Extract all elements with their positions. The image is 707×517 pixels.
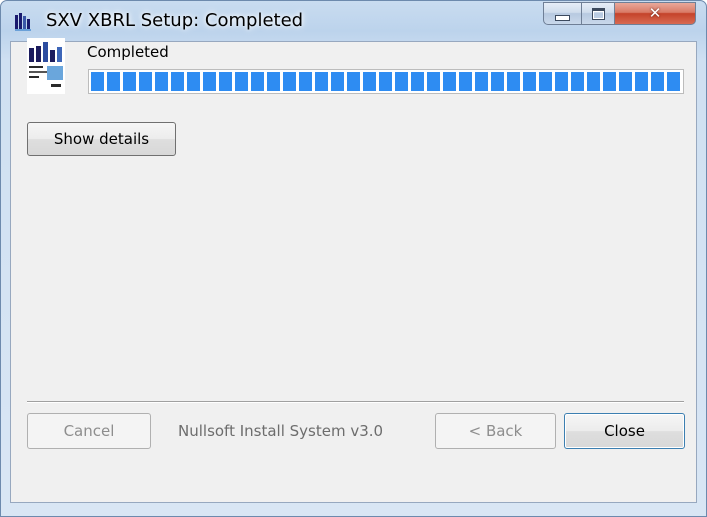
progress-bar-fill bbox=[91, 72, 681, 91]
maximize-button[interactable] bbox=[582, 2, 615, 25]
install-progress-bar bbox=[88, 69, 684, 94]
window-title: SXV XBRL Setup: Completed bbox=[46, 10, 304, 31]
close-button[interactable]: Close bbox=[564, 413, 685, 449]
footer-divider bbox=[27, 401, 684, 403]
window-close-button[interactable]: ✕ bbox=[615, 2, 696, 25]
installer-window: SXV XBRL Setup: Completed ✕ Completed Sh… bbox=[0, 0, 707, 517]
back-button[interactable]: < Back bbox=[435, 413, 556, 449]
title-bar[interactable]: SXV XBRL Setup: Completed ✕ bbox=[1, 1, 707, 41]
branding-text: Nullsoft Install System v3.0 bbox=[178, 422, 384, 440]
status-label: Completed bbox=[87, 43, 169, 61]
show-details-button[interactable]: Show details bbox=[27, 122, 176, 156]
maximize-icon bbox=[591, 7, 605, 20]
minimize-button[interactable] bbox=[543, 2, 582, 25]
caption-buttons: ✕ bbox=[543, 2, 696, 25]
minimize-icon bbox=[555, 14, 570, 21]
product-logo-icon bbox=[27, 38, 65, 94]
installer-app-icon bbox=[15, 13, 31, 31]
close-icon: ✕ bbox=[648, 4, 662, 22]
cancel-button[interactable]: Cancel bbox=[27, 413, 151, 449]
